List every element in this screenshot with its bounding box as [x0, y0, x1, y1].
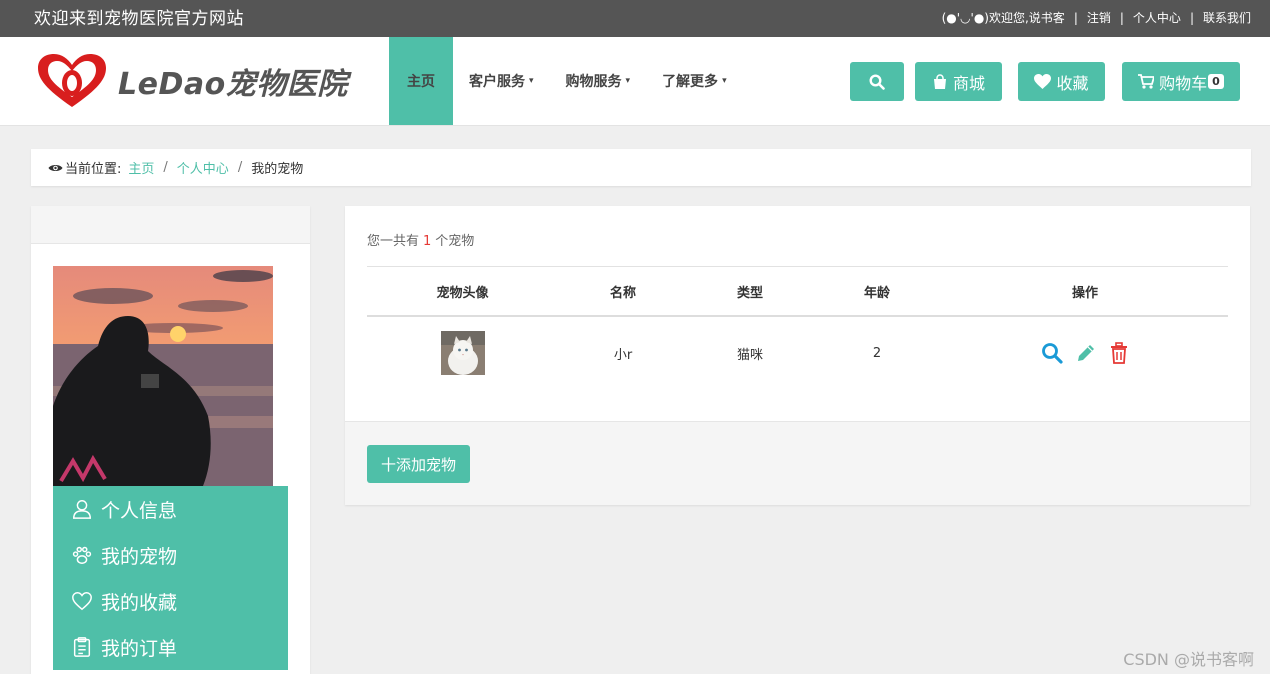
pet-count-summary: 您一共有 1 个宠物: [367, 230, 474, 249]
heart-outline-icon: [72, 592, 92, 611]
divider: |: [1119, 10, 1124, 25]
user-avatar: [53, 266, 273, 486]
breadcrumb: 当前位置: 主页 / 个人中心 / 我的宠物: [31, 149, 1251, 186]
site-welcome: 欢迎来到宠物医院官方网站: [34, 9, 244, 29]
col-actions: 操作: [1071, 285, 1098, 301]
menu-my-pets[interactable]: 我的宠物: [53, 532, 288, 578]
nav-label: 购物服务: [565, 74, 622, 90]
menu-label: 我的收藏: [101, 591, 178, 614]
nav-home[interactable]: 主页: [389, 37, 453, 125]
summary-text: 个宠物: [435, 234, 475, 249]
nav-label: 了解更多: [662, 74, 719, 90]
nav-home-label: 主页: [407, 74, 435, 90]
pet-avatar: [440, 331, 485, 375]
delete-pet-button[interactable]: [1109, 342, 1129, 364]
main-nav: 主页 客户服务 ▾ 购物服务 ▾ 了解更多 ▾: [389, 37, 743, 125]
menu-label: 我的订单: [101, 637, 178, 660]
eye-icon: [48, 164, 63, 171]
sidebar-header: [31, 206, 310, 244]
pet-avatar-cell: [367, 317, 558, 389]
breadcrumb-separator: /: [163, 160, 168, 175]
nav-customer-service[interactable]: 客户服务 ▾: [453, 37, 550, 125]
watermark: CSDN @说书客啊: [1123, 650, 1254, 669]
nav-learn-more[interactable]: 了解更多 ▾: [646, 37, 743, 125]
nav-shopping-service[interactable]: 购物服务 ▾: [550, 37, 647, 125]
user-greeting: (●'◡'●)欢迎您,说书客: [941, 11, 1065, 25]
heart-icon: [1034, 74, 1052, 89]
breadcrumb-current: 我的宠物: [251, 162, 304, 177]
cart-label: 购物车: [1159, 73, 1208, 93]
view-pet-button[interactable]: [1041, 342, 1063, 364]
pet-count: 1: [423, 234, 432, 249]
cart-button[interactable]: 购物车 0: [1122, 62, 1240, 101]
menu-label: 个人信息: [101, 499, 178, 522]
col-type: 类型: [736, 285, 763, 301]
menu-my-orders[interactable]: 我的订单: [53, 624, 288, 670]
clipboard-icon: [73, 637, 91, 657]
trash-icon: [1111, 342, 1127, 364]
top-bar: 欢迎来到宠物医院官方网站 (●'◡'●)欢迎您,说书客 | 注销 | 个人中心 …: [0, 0, 1270, 37]
table-row: 小r 猫咪 2: [367, 317, 1228, 389]
col-avatar: 宠物头像: [436, 285, 489, 301]
caret-down-icon: ▾: [722, 76, 727, 86]
breadcrumb-separator: /: [237, 160, 243, 175]
panel-footer: 十添加宠物: [345, 421, 1250, 505]
logo-heart-icon: [38, 54, 106, 107]
user-sidebar: 个人信息 我的宠物 我的收藏 我的订单: [31, 206, 310, 674]
user-menu: 个人信息 我的宠物 我的收藏 我的订单: [53, 486, 288, 670]
favorites-label: 收藏: [1056, 73, 1089, 93]
breadcrumb-prefix: 当前位置:: [65, 162, 122, 177]
col-age: 年龄: [863, 285, 890, 301]
user-icon: [73, 500, 91, 519]
breadcrumb-home[interactable]: 主页: [128, 158, 154, 177]
pets-panel: 您一共有 1 个宠物 宠物头像 名称 类型 年龄 操作 小r 猫咪 2 十添加宠…: [345, 206, 1250, 505]
paw-icon: [72, 546, 92, 564]
edit-pet-button[interactable]: [1075, 342, 1097, 364]
menu-my-favorites[interactable]: 我的收藏: [53, 578, 288, 624]
caret-down-icon: ▾: [625, 76, 631, 86]
mall-button[interactable]: 商城: [915, 62, 1002, 101]
action-group: [1041, 342, 1129, 364]
pet-age: 2: [872, 345, 882, 361]
summary-text: 您一共有: [367, 234, 420, 249]
pencil-icon: [1078, 345, 1094, 361]
col-name: 名称: [609, 285, 636, 301]
header: LeDao宠物医院 主页 客户服务 ▾ 购物服务 ▾ 了解更多 ▾ 商城 收藏 购物车…: [0, 37, 1270, 126]
caret-down-icon: ▾: [529, 76, 534, 86]
mall-label: 商城: [952, 73, 985, 93]
search-icon: [1042, 343, 1063, 364]
menu-personal-info[interactable]: 个人信息: [53, 486, 288, 532]
nav-label: 客户服务: [469, 74, 525, 90]
pets-table: 宠物头像 名称 类型 年龄 操作 小r 猫咪 2: [367, 266, 1228, 389]
favorites-button[interactable]: 收藏: [1018, 62, 1105, 101]
search-button[interactable]: [850, 62, 904, 101]
search-icon: [869, 73, 885, 90]
pet-actions: [942, 317, 1228, 389]
cart-icon: [1138, 74, 1155, 89]
divider: |: [1189, 10, 1194, 25]
add-pet-button[interactable]: 十添加宠物: [367, 445, 471, 483]
pet-name: 小r: [613, 347, 633, 363]
site-logo[interactable]: LeDao宠物医院: [36, 53, 348, 109]
user-center-link[interactable]: 个人中心: [1133, 9, 1181, 26]
avatar-photo-icon: [53, 266, 273, 486]
breadcrumb-user-center[interactable]: 个人中心: [177, 158, 229, 177]
shopping-bag-icon: [933, 73, 946, 89]
menu-label: 我的宠物: [101, 545, 178, 568]
pet-type: 猫咪: [736, 347, 763, 363]
cart-count-badge: 0: [1208, 74, 1224, 89]
divider: |: [1073, 10, 1078, 25]
top-links: (●'◡'●)欢迎您,说书客 | 注销 | 个人中心 | 联系我们: [942, 9, 1251, 26]
table-header: 宠物头像 名称 类型 年龄 操作: [367, 267, 1228, 317]
logo-text: LeDao宠物医院: [118, 67, 348, 102]
cat-photo-icon: [440, 331, 485, 375]
contact-link[interactable]: 联系我们: [1203, 9, 1251, 26]
logout-link[interactable]: 注销: [1087, 9, 1111, 26]
